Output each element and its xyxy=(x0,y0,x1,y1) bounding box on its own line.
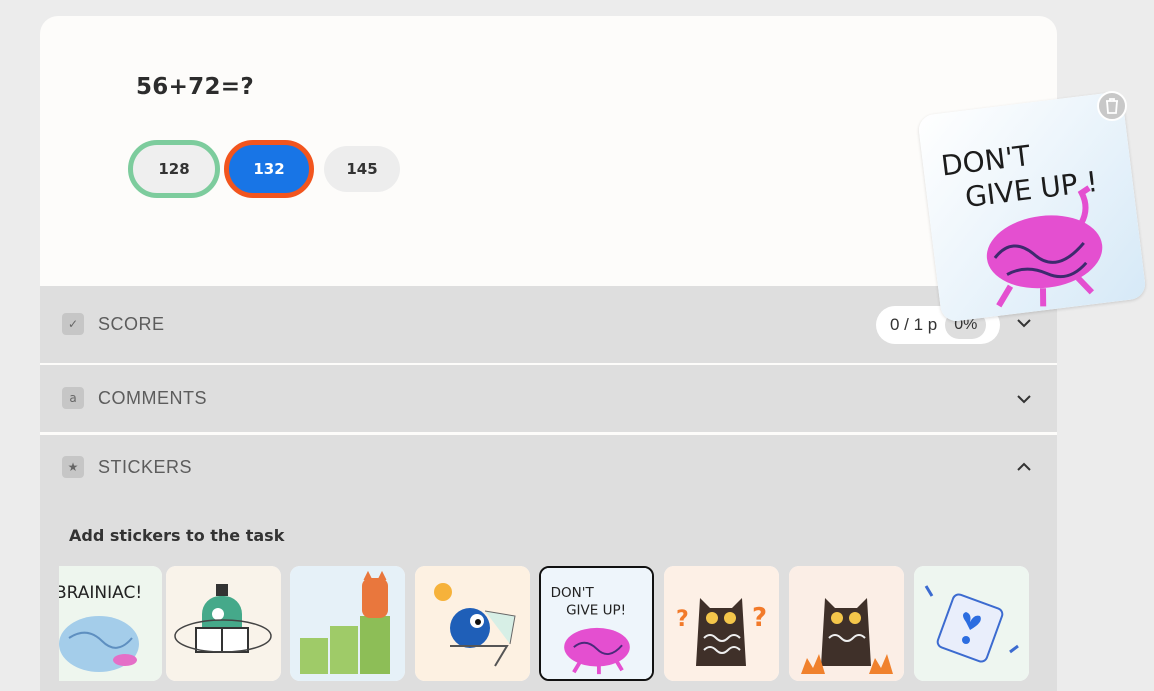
sticker-dont-give-up[interactable]: DON'T GIVE UP! xyxy=(539,566,654,681)
stickers-title: STICKERS xyxy=(98,456,193,477)
svg-text:DON'T: DON'T xyxy=(551,585,595,601)
chevron-down-icon[interactable] xyxy=(1015,314,1033,332)
sticker-happy-eraser[interactable] xyxy=(914,566,1029,681)
answer-option[interactable]: 145 xyxy=(324,146,400,192)
score-panel[interactable]: ✓ SCORE 0 / 1 p 0% xyxy=(40,286,1057,363)
comments-panel[interactable]: a COMMENTS xyxy=(40,365,1057,432)
sticker-confused-owl[interactable]: ? ? xyxy=(664,566,779,681)
answer-option-correct[interactable]: 128 xyxy=(128,140,220,198)
sticker-reading-robot[interactable] xyxy=(166,566,281,681)
score-title: SCORE xyxy=(98,313,165,334)
sticker-cat-on-bars[interactable] xyxy=(290,566,405,681)
svg-text:?: ? xyxy=(752,603,767,633)
sticker-angry-owl[interactable] xyxy=(789,566,904,681)
question-text: 56+72=? xyxy=(136,74,254,100)
score-points: 0 / 1 p xyxy=(890,315,938,334)
score-icon: ✓ xyxy=(62,313,84,335)
chevron-down-icon[interactable] xyxy=(1015,390,1033,408)
stickers-subtitle: Add stickers to the task xyxy=(69,526,285,545)
stickers-panel: ★ STICKERS Add stickers to the task BRAI… xyxy=(40,435,1057,691)
comments-title: COMMENTS xyxy=(98,387,207,408)
svg-text:?: ? xyxy=(676,607,689,632)
placed-sticker[interactable]: DON'T GIVE UP ! xyxy=(917,91,1147,323)
star-icon: ★ xyxy=(62,456,84,478)
chevron-up-icon[interactable] xyxy=(1015,458,1033,476)
sticker-brainiac[interactable]: BRAINIAC! xyxy=(59,566,162,681)
task-card: 56+72=? 128 132 145 ✓ SCORE 0 / 1 p 0% a… xyxy=(40,16,1057,691)
comment-icon: a xyxy=(62,387,84,409)
sticker-carousel: BRAINIAC! DON'T GIVE UP! ? ? xyxy=(59,566,1034,681)
answer-option-selected[interactable]: 132 xyxy=(224,140,314,198)
svg-text:GIVE UP!: GIVE UP! xyxy=(566,602,626,618)
trash-icon[interactable] xyxy=(1097,91,1127,121)
sticker-text: BRAINIAC! xyxy=(59,583,142,603)
sticker-relaxing-blob[interactable] xyxy=(415,566,530,681)
